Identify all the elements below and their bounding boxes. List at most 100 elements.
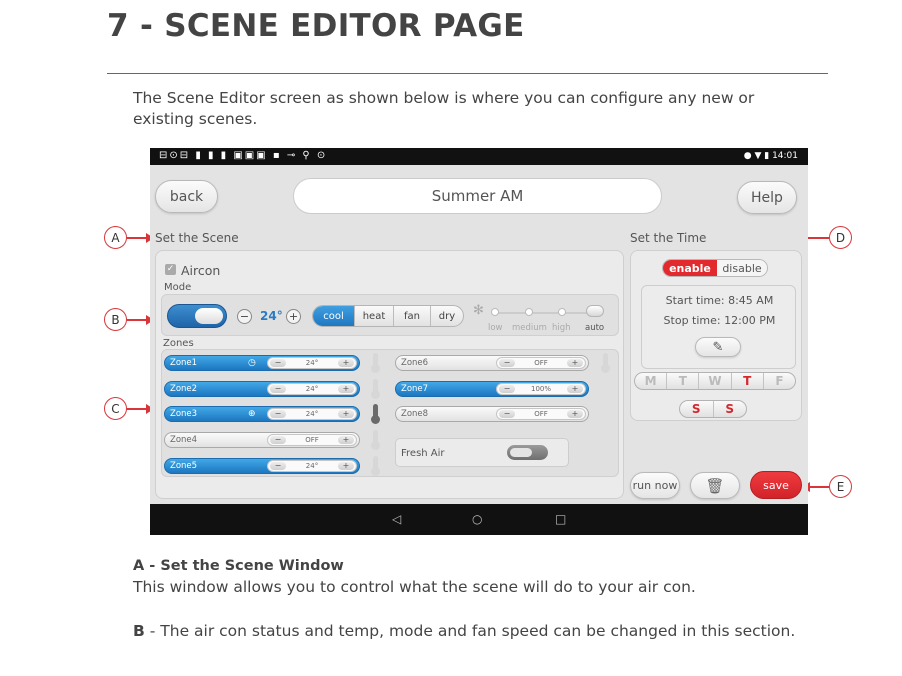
mode-dry[interactable]: dry — [431, 306, 463, 326]
edit-time-button[interactable]: ✎ — [695, 337, 741, 357]
mode-label: Mode — [164, 282, 192, 293]
notification-icons: ⊟⊙⊟ ▮ ▮ ▮ ▣▣▣ ▪ ⊸ ⚲ ⊙ — [159, 150, 328, 161]
day-tue[interactable]: T — [667, 373, 700, 389]
callout-d: D — [829, 226, 852, 249]
enable-disable-selector: enable disable — [662, 259, 768, 277]
zone-5-plus[interactable]: + — [338, 462, 354, 470]
fan-low-dot[interactable] — [491, 308, 499, 316]
target-icon: ⊕ — [248, 409, 256, 419]
save-button[interactable]: save — [750, 471, 802, 499]
zone-8-minus[interactable]: − — [499, 410, 515, 418]
zone-7-minus[interactable]: − — [499, 385, 515, 393]
zone-4[interactable]: Zone4 − OFF + — [164, 432, 360, 448]
fan-auto-knob[interactable] — [586, 305, 604, 317]
fan-medium-label: medium — [512, 323, 547, 333]
run-now-button[interactable]: run now — [630, 472, 680, 499]
temp-plus-button[interactable]: + — [286, 309, 301, 324]
zone-1-plus[interactable]: + — [338, 359, 354, 367]
zone-2[interactable]: Zone2 −24° + — [164, 381, 360, 397]
zone-7-plus[interactable]: + — [567, 385, 583, 393]
zone-3-plus[interactable]: + — [338, 410, 354, 418]
day-fri[interactable]: F — [764, 373, 795, 389]
status-bar: ⊟⊙⊟ ▮ ▮ ▮ ▣▣▣ ▪ ⊸ ⚲ ⊙ ● ▼ ▮ 14:01 — [150, 148, 808, 165]
page-title: 7 - SCENE EDITOR PAGE — [107, 8, 525, 44]
battery-icon: ● ▼ ▮ — [743, 151, 770, 161]
timer-icon: ◷ — [248, 358, 256, 368]
zone-1[interactable]: Zone1 ◷ −24° + — [164, 355, 360, 371]
day-sat[interactable]: S — [680, 401, 714, 417]
delete-button[interactable]: 🗑 — [690, 472, 740, 499]
zone-5[interactable]: Zone5 −24° + — [164, 458, 360, 474]
disable-button[interactable]: disable — [717, 260, 767, 276]
temp-minus-button[interactable]: − — [237, 309, 252, 324]
day-mon[interactable]: M — [635, 373, 668, 389]
zone-3[interactable]: Zone3 ⊕ −24° + — [164, 406, 360, 422]
zone-8-plus[interactable]: + — [567, 410, 583, 418]
zone-2-plus[interactable]: + — [338, 385, 354, 393]
mode-heat[interactable]: heat — [355, 306, 394, 326]
zone-6[interactable]: Zone6 − OFF + — [395, 355, 589, 371]
thermometer-icon — [371, 404, 380, 424]
enable-button[interactable]: enable — [663, 260, 717, 276]
help-button[interactable]: Help — [737, 181, 797, 214]
day-thu[interactable]: T — [732, 373, 764, 389]
fresh-air-toggle[interactable] — [507, 445, 548, 460]
fan-speed-track[interactable] — [493, 312, 593, 314]
thermometer-icon — [371, 430, 380, 450]
status-right: ● ▼ ▮ 14:01 — [744, 150, 798, 162]
start-time: Start time: 8:45 AM — [665, 294, 774, 307]
zone-6-plus[interactable]: + — [567, 359, 583, 367]
zone-2-minus[interactable]: − — [270, 385, 286, 393]
nav-back-icon[interactable]: ◁ — [392, 511, 401, 527]
callout-b: B — [104, 308, 127, 331]
zone-3-control: −24° + — [267, 408, 357, 420]
thermometer-icon — [371, 379, 380, 399]
zone-8-control: − OFF + — [496, 408, 586, 420]
zone-1-minus[interactable]: − — [270, 359, 286, 367]
zone-6-minus[interactable]: − — [499, 359, 515, 367]
zone-4-minus[interactable]: − — [270, 436, 286, 444]
callout-e: E — [829, 475, 852, 498]
fan-high-label: high — [552, 323, 571, 333]
section-b-paragraph: B - The air con status and temp, mode an… — [133, 621, 823, 642]
callout-a-arrow — [127, 234, 154, 242]
fan-medium-dot[interactable] — [525, 308, 533, 316]
scene-name-field[interactable]: Summer AM — [293, 178, 662, 214]
toggle-knob — [510, 448, 532, 457]
zone-8[interactable]: Zone8 − OFF + — [395, 406, 589, 422]
stop-time: Stop time: 12:00 PM — [663, 314, 776, 327]
zone-5-control: −24° + — [267, 460, 357, 472]
zones-label: Zones — [163, 338, 194, 349]
mode-cool[interactable]: cool — [313, 306, 355, 326]
zone-5-minus[interactable]: − — [270, 462, 286, 470]
time-box: Start time: 8:45 AM Stop time: 12:00 PM … — [641, 285, 796, 369]
back-button[interactable]: back — [155, 180, 218, 213]
aircon-checkbox[interactable]: ✓ — [165, 264, 176, 275]
title-rule — [107, 73, 828, 74]
day-sun[interactable]: S — [714, 401, 747, 417]
nav-recent-icon[interactable]: □ — [555, 511, 566, 527]
fan-auto-label: auto — [585, 323, 605, 333]
status-time: 14:01 — [772, 151, 798, 161]
toggle-knob — [195, 308, 223, 324]
fan-low-label: low — [488, 323, 503, 333]
zone-3-minus[interactable]: − — [270, 410, 286, 418]
pencil-icon: ✎ — [712, 339, 724, 355]
zone-4-plus[interactable]: + — [338, 436, 354, 444]
thermometer-icon — [371, 456, 380, 476]
nav-home-icon[interactable]: ○ — [472, 511, 482, 527]
zone-7-control: −100% + — [496, 383, 586, 395]
zone-7[interactable]: Zone7 −100% + — [395, 381, 589, 397]
fan-high-dot[interactable] — [558, 308, 566, 316]
mode-fan[interactable]: fan — [394, 306, 431, 326]
fresh-air-label: Fresh Air — [401, 448, 445, 459]
fan-icon: ✻ — [473, 303, 484, 318]
section-b-letter: B — [133, 622, 145, 640]
callout-b-arrow — [127, 316, 154, 324]
day-wed[interactable]: W — [699, 373, 732, 389]
aircon-power-toggle[interactable] — [167, 304, 227, 328]
trash-icon: 🗑 — [705, 476, 725, 495]
thermometer-icon — [601, 353, 610, 373]
android-nav-bar: ◁ ○ □ — [150, 504, 808, 535]
mode-selector: cool heat fan dry — [312, 305, 464, 327]
